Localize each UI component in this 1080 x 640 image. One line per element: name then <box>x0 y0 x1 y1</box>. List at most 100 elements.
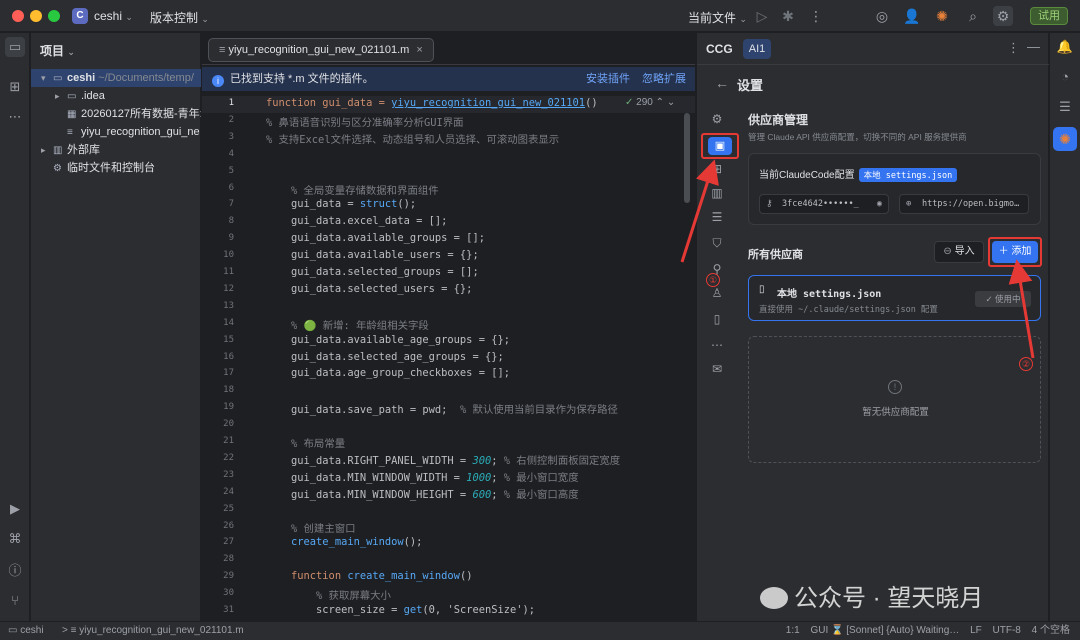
tree-item-root[interactable]: ▾ ▭ ceshi ~/Documents/temp/ <box>31 69 201 87</box>
code-line[interactable]: gui_data.excel_data = []; <box>266 215 447 227</box>
line-number[interactable]: 15 <box>202 335 234 345</box>
line-number[interactable]: 7 <box>202 199 234 209</box>
line-number[interactable]: 25 <box>202 504 234 514</box>
line-number[interactable]: 18 <box>202 385 234 395</box>
line-number[interactable]: 23 <box>202 470 234 480</box>
copilot-icon[interactable]: ◎ <box>872 6 892 26</box>
line-number[interactable]: 16 <box>202 352 234 362</box>
gear-icon[interactable]: ⚙ <box>993 6 1013 26</box>
claude-icon[interactable]: ✺ <box>932 6 952 26</box>
terminal-icon[interactable]: ⌘ <box>5 529 25 549</box>
tree-item-external-libs[interactable]: ▸ ▥ 外部库 <box>31 141 201 159</box>
line-number[interactable]: 13 <box>202 301 234 311</box>
line-number[interactable]: 26 <box>202 521 234 531</box>
code-line[interactable]: gui_data.selected_groups = []; <box>266 266 479 278</box>
project-panel-title[interactable]: 项目 ⌄ <box>40 42 75 59</box>
project-switcher[interactable]: ceshi ⌄ <box>94 9 133 23</box>
line-number[interactable]: 6 <box>202 183 234 193</box>
more-horizontal-icon[interactable]: ⋯ <box>5 107 25 127</box>
code-line[interactable]: gui_data.save_path = pwd; % 默认使用当前目录作为保存… <box>266 401 618 416</box>
in-use-button[interactable]: ✓ 使用中 <box>975 291 1031 307</box>
line-number[interactable]: 22 <box>202 453 234 463</box>
line-number[interactable]: 8 <box>202 216 234 226</box>
add-user-icon[interactable]: 👤 <box>902 6 922 26</box>
line-number[interactable]: 21 <box>202 436 234 446</box>
database-icon[interactable]: ☰ <box>706 207 728 227</box>
tree-item-excel[interactable]: ▦ 20260127所有数据-青年: <box>31 105 201 123</box>
run-icon[interactable]: ▷ <box>752 6 772 26</box>
vcs-menu[interactable]: 版本控制 ⌄ <box>150 9 209 26</box>
structure-icon[interactable]: ⊞ <box>5 77 25 97</box>
code-view[interactable]: ✓ 290 ⌃ ⌄ 1 2 3 4 5 6 7 8 9 10 11 12 13 14 15 16 17 18 19 2… <box>202 93 695 621</box>
status-position[interactable]: 1:1 <box>786 625 800 636</box>
eye-icon[interactable]: ◉ <box>877 195 882 213</box>
trial-button[interactable]: 试用 <box>1030 7 1068 25</box>
provider-nav-item[interactable]: ▣ <box>701 133 739 159</box>
close-icon[interactable]: × <box>416 44 422 56</box>
code-line[interactable]: % 鼻语语音识别与区分准确率分析GUI界面 <box>266 114 464 129</box>
line-number[interactable]: 27 <box>202 537 234 547</box>
run-config-selector[interactable]: 当前文件 ⌄ <box>688 9 747 26</box>
line-number[interactable]: 10 <box>202 250 234 260</box>
services-icon[interactable]: ▶ <box>5 499 25 519</box>
inspection-widget[interactable]: ✓ 290 ⌃ ⌄ <box>625 97 675 108</box>
problems-icon[interactable]: ⓘ <box>5 561 25 581</box>
status-project[interactable]: ▭ ceshi <box>8 622 44 640</box>
line-number[interactable]: 29 <box>202 571 234 581</box>
status-encoding[interactable]: UTF-8 <box>993 625 1021 636</box>
code-line[interactable]: gui_data.available_users = {}; <box>266 249 479 261</box>
notifications-icon[interactable]: 🔔 <box>1055 37 1075 57</box>
code-line[interactable]: % 创建主窗口 <box>266 520 355 535</box>
claude-icon[interactable]: ✺ <box>1053 127 1077 151</box>
editor-tab[interactable]: ≡ yiyu_recognition_gui_new_021101.m × <box>208 38 434 62</box>
code-line[interactable]: gui_data.selected_age_groups = {}; <box>266 351 504 363</box>
line-number[interactable]: 12 <box>202 284 234 294</box>
code-line[interactable]: gui_data.MIN_WINDOW_HEIGHT = 600; % 最小窗口… <box>266 486 579 501</box>
project-badge[interactable]: C <box>72 8 88 24</box>
code-line[interactable]: gui_data.MIN_WINDOW_WIDTH = 1000; % 最小窗口… <box>266 469 579 484</box>
code-line[interactable]: function gui_data = yiyu_recognition_gui… <box>266 97 598 109</box>
bar-chart-icon[interactable]: ▥ <box>706 183 728 203</box>
shield-icon[interactable]: ⛉ <box>706 233 728 253</box>
more-horizontal-icon[interactable]: ⋯ <box>706 335 728 355</box>
line-number[interactable]: 19 <box>202 402 234 412</box>
tree-item-idea[interactable]: ▸ ▭ .idea <box>31 87 201 105</box>
line-number[interactable]: 30 <box>202 588 234 598</box>
import-button[interactable]: ⊖ 导入 <box>934 241 984 263</box>
line-number[interactable]: 17 <box>202 368 234 378</box>
book-icon[interactable]: ▯ <box>706 309 728 329</box>
line-number[interactable]: 24 <box>202 487 234 497</box>
editor-scrollbar[interactable] <box>684 113 690 203</box>
line-number[interactable]: 2 <box>202 115 234 125</box>
gear-icon[interactable]: ⚙ <box>706 109 728 129</box>
line-number[interactable]: 20 <box>202 419 234 429</box>
debug-icon[interactable]: ✱ <box>778 6 798 26</box>
status-indent[interactable]: 4 个空格 <box>1032 625 1070 636</box>
provider-card[interactable]: ▯ 本地 settings.json 直接使用 ~/.claude/settin… <box>748 275 1041 321</box>
line-number[interactable]: 1 <box>202 98 234 108</box>
code-line[interactable]: gui_data.RIGHT_PANEL_WIDTH = 300; % 右侧控制… <box>266 452 620 467</box>
line-number[interactable]: 3 <box>202 132 234 142</box>
maximize-window-button[interactable] <box>48 10 60 22</box>
database-icon[interactable]: ☰ <box>1055 97 1075 117</box>
more-vertical-icon[interactable]: ⋮ <box>1007 40 1020 56</box>
code-line[interactable]: % 🟢 新增: 年龄组相关字段 <box>266 317 429 332</box>
line-number[interactable]: 14 <box>202 318 234 328</box>
code-line[interactable]: function create_main_window() <box>266 570 472 582</box>
code-line[interactable]: % 获取屏幕大小 <box>266 587 391 602</box>
install-plugin-link[interactable]: 安装插件 <box>586 67 630 91</box>
ai-chat-icon[interactable]: ◔ <box>1055 67 1075 87</box>
status-file[interactable]: > ≡ yiyu_recognition_gui_new_021101.m <box>62 622 244 640</box>
code-line[interactable]: gui_data.age_group_checkboxes = []; <box>266 367 510 379</box>
line-number[interactable]: 11 <box>202 267 234 277</box>
code-line[interactable]: gui_data.available_groups = []; <box>266 232 485 244</box>
code-line[interactable]: create_main_window(); <box>266 536 422 548</box>
tree-item-mfile[interactable]: ≡ yiyu_recognition_gui_ne <box>31 123 201 141</box>
line-number[interactable]: 28 <box>202 554 234 564</box>
code-line[interactable]: gui_data.available_age_groups = {}; <box>266 334 510 346</box>
back-arrow-icon[interactable]: ← <box>715 75 729 91</box>
minimize-icon[interactable]: — <box>1027 39 1040 54</box>
line-number[interactable]: 5 <box>202 166 234 176</box>
chat-icon[interactable]: ✉ <box>706 359 728 379</box>
grid-icon[interactable]: ⊞ <box>706 159 728 179</box>
